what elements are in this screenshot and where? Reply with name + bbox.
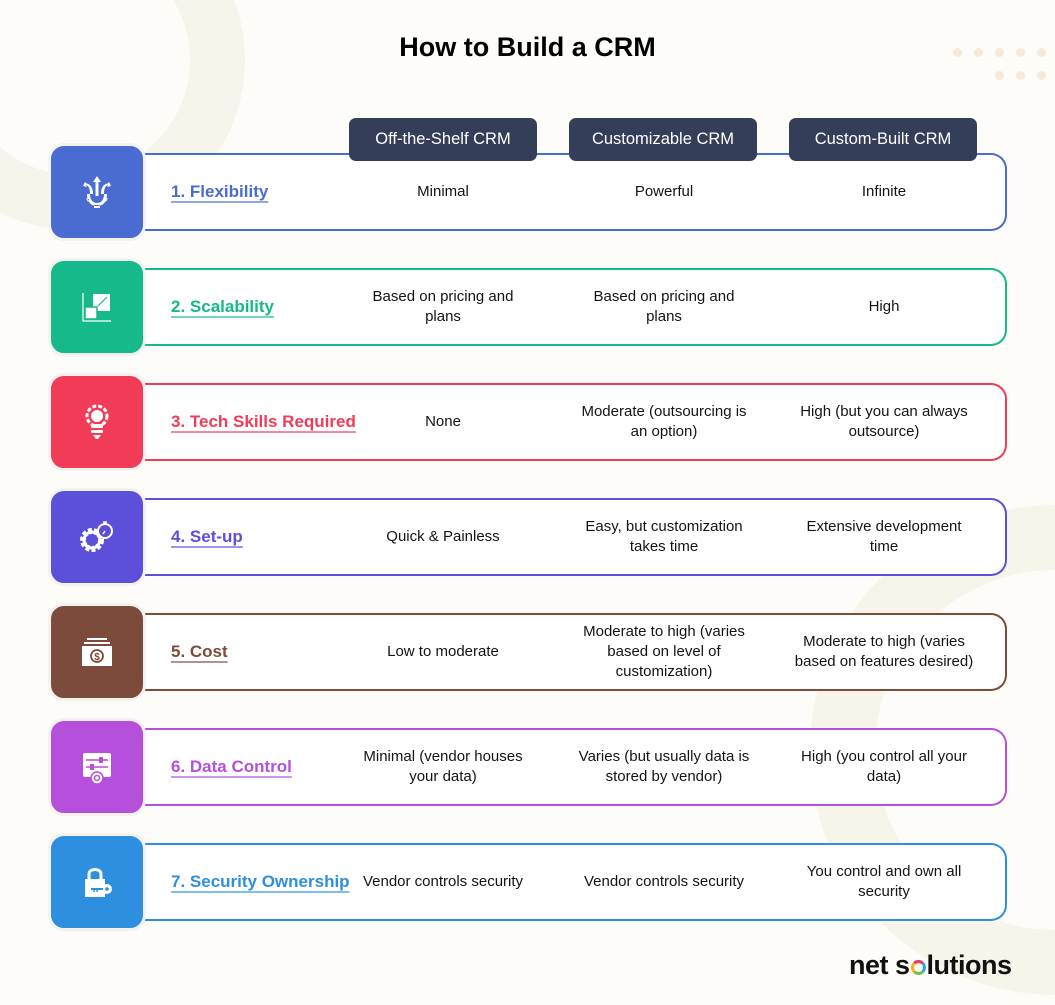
row-label-text[interactable]: 7. Security Ownership [171,872,350,892]
cell-custom-built: You control and own all security [779,833,989,931]
cell-text: Vendor controls security [362,873,524,890]
cell-text: Moderate to high (varies based on level … [583,623,745,680]
svg-text:$: $ [94,652,100,663]
icon-tile [48,718,146,816]
icon-tile [48,488,146,586]
icon-tile [48,833,146,931]
row-label-text[interactable]: 5. Cost [171,642,228,662]
comparison-row-cost: $5. Cost Low to moderate Moderate to high … [48,603,1008,701]
cell-text: You control and own all security [806,863,962,900]
column-header-customizable: Customizable CRM [569,118,757,161]
row-label-link[interactable]: 7. Security Ownership [171,833,350,931]
cell-customizable: Based on pricing and plans [559,258,769,356]
row-label-text[interactable]: 4. Set-up [171,527,243,547]
cell-text: High (but you can always outsource) [800,403,968,440]
row-label-text[interactable]: 3. Tech Skills Required [171,412,356,432]
page-title: How to Build a CRM [399,32,656,62]
logo-text: lutions [926,950,1013,980]
row-label-text[interactable]: 6. Data Control [171,757,292,777]
row-label-text[interactable]: 1. Flexibility [171,182,268,202]
row-label-link[interactable]: 5. Cost [171,603,228,701]
cell-text: Minimal (vendor houses your data) [363,748,523,785]
cell-off-the-shelf: Quick & Painless [338,488,548,586]
comparison-row-data-control: 6. Data Control Minimal (vendor houses yo… [48,718,1008,816]
data-settings-icon [83,753,111,785]
cell-text: Extensive development time [806,518,962,555]
cell-custom-built: High [779,258,989,356]
cell-off-the-shelf: Based on pricing and plans [338,258,548,356]
cell-text: High [868,298,900,315]
cell-text: Powerful [634,183,694,200]
row-label-link[interactable]: 1. Flexibility [171,143,268,241]
cell-text: Moderate to high (varies based on featur… [794,633,974,670]
cell-text: Quick & Painless [386,528,500,545]
row-label-link[interactable]: 4. Set-up [171,488,243,586]
row-label-link[interactable]: 2. Scalability [171,258,274,356]
decoration-dot [995,71,1004,80]
cell-text: Moderate (outsourcing is an option) [581,403,747,440]
decoration-dot [1016,71,1025,80]
cell-customizable: Moderate (outsourcing is an option) [559,373,769,471]
cell-customizable: Moderate to high (varies based on level … [559,603,769,701]
lightbulb-gear-icon [85,404,109,439]
cell-text: Infinite [861,183,907,200]
net-solutions-logo: net s lutions [849,950,1012,981]
cell-text: Based on pricing and plans [593,288,735,325]
cell-text: Minimal [417,183,469,200]
cell-off-the-shelf: None [338,373,548,471]
cell-text: Low to moderate [387,643,499,660]
comparison-row-scalability: 2. Scalability Based on pricing and plans… [48,258,1008,356]
cell-text: High (you control all your data) [801,748,967,785]
icon-tile [48,143,146,241]
flexibility-trident-gear-icon [83,176,111,208]
column-header-off-the-shelf: Off-the-Shelf CRM [349,118,537,161]
cell-customizable: Vendor controls security [559,833,769,931]
lock-key-icon [85,868,112,897]
logo-text: net s [849,950,910,980]
cell-off-the-shelf: Minimal (vendor houses your data) [338,718,548,816]
scale-squares-icon [82,293,111,322]
row-label-link[interactable]: 6. Data Control [171,718,292,816]
cell-text: Based on pricing and plans [372,288,514,325]
cell-text: Vendor controls security [583,873,745,890]
icon-tile [48,373,146,471]
cell-text: Varies (but usually data is stored by ve… [578,748,750,785]
column-header-custom-built: Custom-Built CRM [789,118,977,161]
row-label-text[interactable]: 2. Scalability [171,297,274,317]
gear-stopwatch-icon [80,521,113,552]
cell-off-the-shelf: Vendor controls security [338,833,548,931]
cell-custom-built: Extensive development time [779,488,989,586]
comparison-row-tech-skills-required: 3. Tech Skills Required None Moderate (out… [48,373,1008,471]
logo-ring-icon [910,960,926,975]
comparison-row-set-up: 4. Set-up Quick & Painless Easy, but custo… [48,488,1008,586]
cell-custom-built: Moderate to high (varies based on featur… [779,603,989,701]
icon-tile: $ [48,603,146,701]
comparison-row-security-ownership: 7. Security Ownership Vendor controls sec… [48,833,1008,931]
icon-tile [48,258,146,356]
cell-custom-built: High (but you can always outsource) [779,373,989,471]
money-bill-icon: $ [82,638,112,666]
decoration-dot [1037,71,1046,80]
cell-customizable: Varies (but usually data is stored by ve… [559,718,769,816]
cell-text: None [425,413,461,430]
cell-custom-built: High (you control all your data) [779,718,989,816]
cell-text: Easy, but customization takes time [585,518,743,555]
cell-off-the-shelf: Low to moderate [338,603,548,701]
row-label-link[interactable]: 3. Tech Skills Required [171,373,356,471]
cell-customizable: Easy, but customization takes time [559,488,769,586]
